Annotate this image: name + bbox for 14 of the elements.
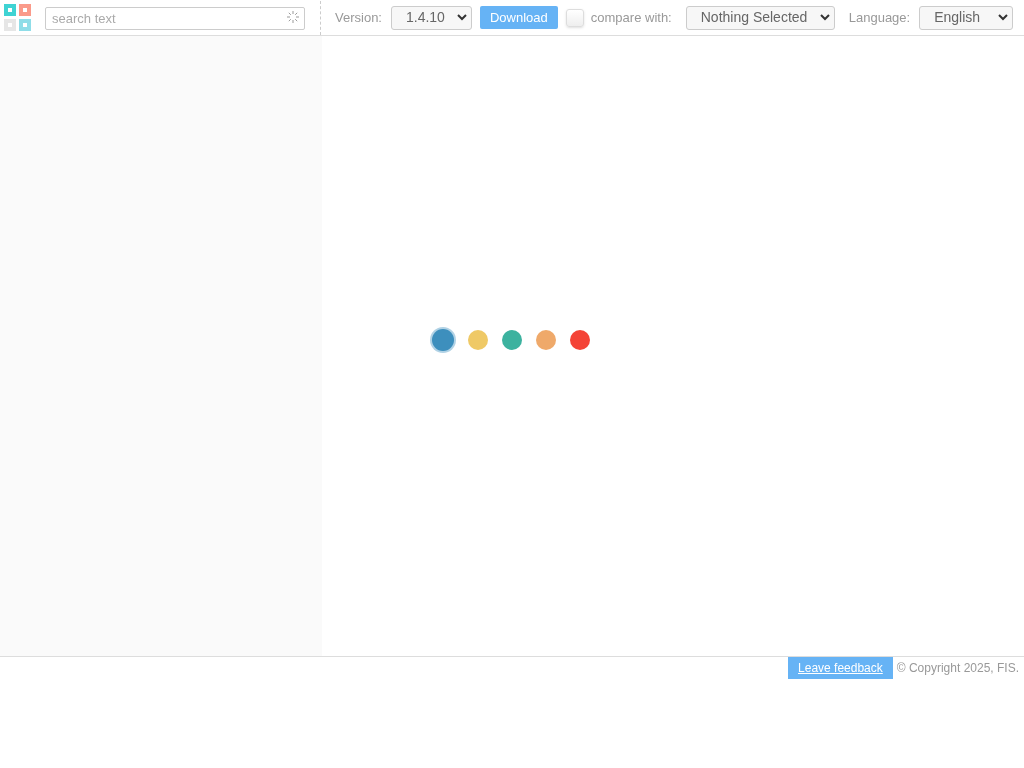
spinner-icon	[286, 10, 300, 24]
caret-icon	[819, 14, 830, 21]
compare-dropdown[interactable]: Nothing Selected	[685, 5, 835, 30]
compare-label: compare with:	[590, 8, 672, 27]
caret-icon	[457, 14, 467, 21]
logo-icon	[4, 3, 32, 32]
language-label: Language:	[848, 8, 911, 27]
search-field[interactable]: search text	[45, 7, 305, 30]
copyright-text: © Copyright 2025, FIS.	[896, 660, 1019, 677]
language-dropdown[interactable]: English	[919, 5, 1014, 30]
version-dropdown[interactable]: 1.4.10	[391, 5, 472, 30]
version-label: Version:	[335, 8, 382, 27]
caret-icon	[998, 14, 1009, 21]
compare-checkbox[interactable]	[565, 8, 584, 27]
